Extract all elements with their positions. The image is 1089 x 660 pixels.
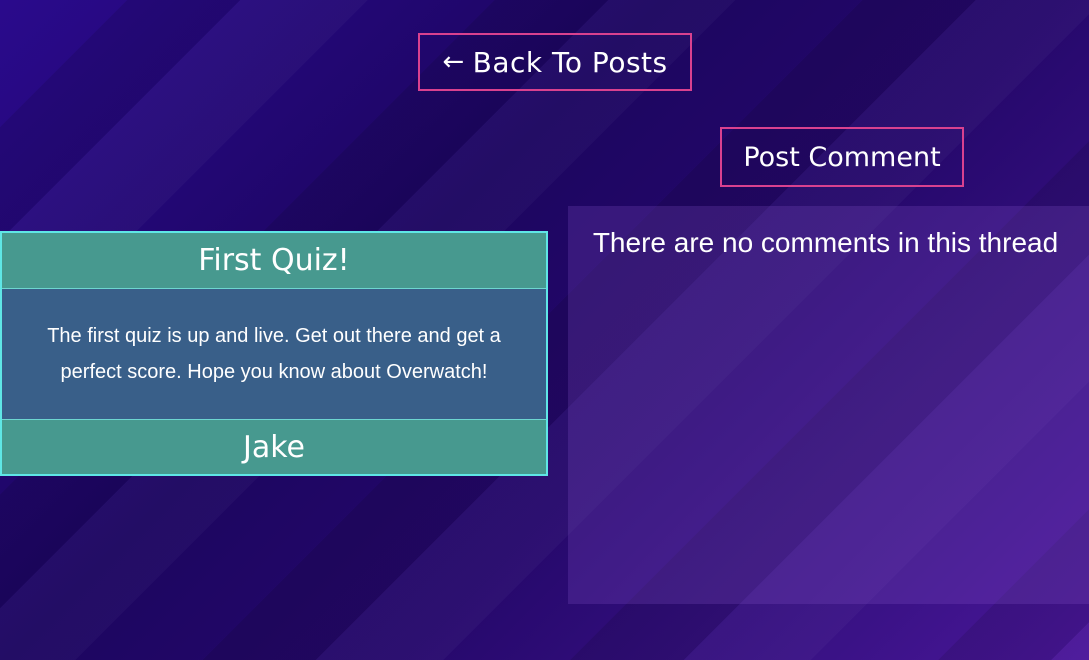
- comments-panel: There are no comments in this thread: [568, 206, 1089, 604]
- post-author: Jake: [2, 420, 546, 474]
- no-comments-message: There are no comments in this thread: [592, 227, 1059, 258]
- back-to-posts-button[interactable]: ← Back To Posts: [418, 33, 692, 91]
- post-card: First Quiz! The first quiz is up and liv…: [0, 231, 548, 476]
- post-comment-label: Post Comment: [743, 141, 941, 173]
- post-comment-button[interactable]: Post Comment: [720, 127, 964, 187]
- arrow-left-icon: ←: [442, 47, 465, 77]
- post-body: The first quiz is up and live. Get out t…: [2, 289, 546, 420]
- post-title: First Quiz!: [2, 233, 546, 289]
- back-to-posts-label: Back To Posts: [472, 45, 668, 79]
